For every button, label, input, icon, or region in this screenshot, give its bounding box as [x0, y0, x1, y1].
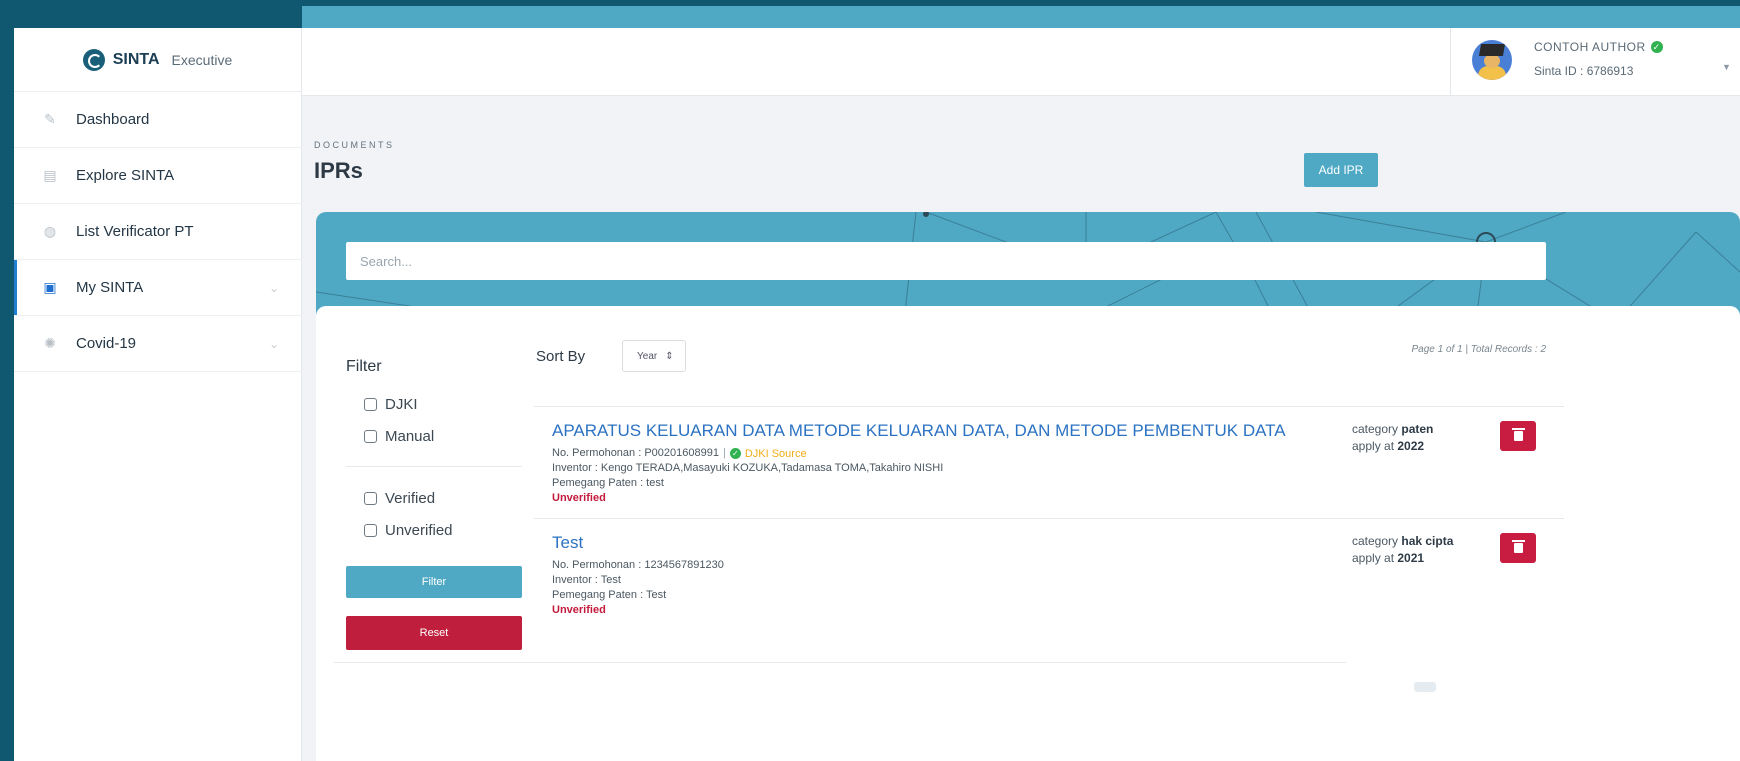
- sort-select[interactable]: Year ⇕: [622, 340, 686, 372]
- filter-button[interactable]: Filter: [346, 566, 522, 598]
- user-sinta-id: Sinta ID : 6786913: [1534, 64, 1634, 78]
- user-name[interactable]: CONTOH AUTHOR ✓: [1534, 40, 1663, 54]
- virus-icon: ✺: [44, 335, 56, 351]
- apply-year: 2021: [1397, 551, 1425, 565]
- reset-button[interactable]: Reset: [346, 616, 522, 650]
- list-bottom-divider: [334, 662, 1346, 663]
- sidebar-item-label: Explore SINTA: [76, 167, 175, 184]
- filter-option-label: Verified: [385, 490, 436, 507]
- filter-option-djki[interactable]: DJKI: [364, 396, 418, 413]
- checkbox[interactable]: [364, 524, 377, 537]
- sidebar-item-explore-sinta[interactable]: ▤ Explore SINTA: [14, 148, 301, 204]
- app-frame: SINTA Executive ✎ Dashboard ▤ Explore SI…: [14, 0, 1740, 761]
- record-pemegang: Pemegang Paten : test: [552, 477, 664, 489]
- sidebar-item-label: Dashboard: [76, 111, 150, 128]
- category-value: paten: [1401, 422, 1434, 436]
- user-name-text: CONTOH AUTHOR: [1534, 40, 1646, 54]
- filter-option-label: DJKI: [385, 396, 418, 413]
- sort-label: Sort By: [536, 348, 586, 365]
- source-badge: ✓ DJKI Source: [729, 447, 807, 460]
- sort-arrows-icon: ⇕: [665, 350, 674, 362]
- chevron-down-icon: ⌄: [268, 336, 279, 351]
- filter-divider: [346, 466, 522, 467]
- filter-option-label: Manual: [385, 428, 435, 445]
- delete-button[interactable]: [1500, 533, 1536, 563]
- record-category: category paten apply at 2022: [1352, 421, 1433, 455]
- trash-icon: [1511, 540, 1525, 553]
- record-title-link[interactable]: APARATUS KELUARAN DATA METODE KELUARAN D…: [552, 421, 1286, 441]
- brand[interactable]: SINTA Executive: [14, 28, 301, 92]
- record-no-permohonan: No. Permohonan : P00201608991: [552, 447, 719, 459]
- verified-check-icon: ✓: [729, 448, 741, 459]
- page-kicker: DOCUMENTS: [314, 140, 395, 150]
- apply-label: apply at: [1352, 551, 1395, 565]
- apply-year: 2022: [1397, 439, 1425, 453]
- category-label: category: [1352, 422, 1399, 436]
- sidebar-item-list-verificator[interactable]: ◍ List Verificator PT: [14, 204, 301, 260]
- sidebar: SINTA Executive ✎ Dashboard ▤ Explore SI…: [14, 28, 302, 761]
- category-value: hak cipta: [1401, 534, 1454, 548]
- list-item: Test No. Permohonan : 1234567891230 Inve…: [534, 518, 1564, 630]
- status-badge: Unverified: [552, 492, 606, 504]
- document-icon: ▤: [43, 167, 57, 183]
- chevron-down-icon: ⌄: [268, 280, 279, 295]
- filter-option-unverified[interactable]: Unverified: [364, 522, 453, 539]
- sinta-logo-icon: [82, 48, 105, 71]
- record-title-link[interactable]: Test: [552, 533, 583, 553]
- header-divider: [1450, 28, 1451, 96]
- top-strip-right: [302, 0, 1740, 28]
- ipr-card: Filter DJKI Manual Verified Unverified F…: [316, 306, 1740, 761]
- sidebar-item-dashboard[interactable]: ✎ Dashboard: [14, 92, 301, 148]
- page-title: IPRs: [314, 158, 363, 183]
- trash-icon: [1511, 428, 1525, 441]
- checkbox[interactable]: [364, 398, 377, 411]
- pagination-button[interactable]: [1414, 682, 1436, 692]
- pencil-icon: ✎: [44, 111, 56, 127]
- caret-down-icon[interactable]: ▼: [1722, 62, 1731, 72]
- pagination-info: Page 1 of 1 | Total Records : 2: [1411, 344, 1546, 355]
- record-pemegang: Pemegang Paten : Test: [552, 589, 667, 601]
- ipr-list: APARATUS KELUARAN DATA METODE KELUARAN D…: [534, 406, 1564, 630]
- delete-button[interactable]: [1500, 421, 1536, 451]
- top-strip-left: [14, 0, 302, 28]
- record-category: category hak cipta apply at 2021: [1352, 533, 1453, 567]
- id-card-icon: ▣: [43, 279, 57, 295]
- filter-title: Filter: [346, 358, 382, 375]
- source-label: DJKI Source: [744, 447, 807, 460]
- apply-label: apply at: [1352, 439, 1395, 453]
- avatar[interactable]: [1472, 40, 1512, 80]
- add-ipr-button[interactable]: Add IPR: [1304, 153, 1378, 187]
- user-circle-icon: ◍: [43, 223, 57, 239]
- checkbox[interactable]: [364, 492, 377, 505]
- record-no-permohonan: No. Permohonan : 1234567891230: [552, 559, 724, 571]
- sidebar-item-my-sinta[interactable]: ▣ My SINTA ⌄: [14, 260, 301, 316]
- checkbox[interactable]: [364, 430, 377, 443]
- record-meta-line: No. Permohonan : P00201608991 | ✓ DJKI Sour…: [552, 447, 807, 460]
- record-inventor: Inventor : Test: [552, 574, 621, 586]
- sidebar-item-label: Covid-19: [76, 335, 137, 352]
- verified-check-icon: ✓: [1650, 41, 1663, 53]
- brand-name: SINTA: [112, 50, 160, 68]
- category-label: category: [1352, 534, 1399, 548]
- filter-option-label: Unverified: [385, 522, 453, 539]
- sidebar-item-label: My SINTA: [76, 279, 144, 296]
- filter-option-verified[interactable]: Verified: [364, 490, 435, 507]
- search-input[interactable]: [346, 242, 1546, 280]
- status-badge: Unverified: [552, 604, 606, 616]
- sidebar-item-label: List Verificator PT: [76, 223, 194, 240]
- brand-sub: Executive: [171, 51, 233, 68]
- filter-option-manual[interactable]: Manual: [364, 428, 434, 445]
- sort-selected-value: Year: [637, 350, 658, 362]
- record-inventor: Inventor : Kengo TERADA,Masayuki KOZUKA,…: [552, 462, 944, 474]
- list-item: APARATUS KELUARAN DATA METODE KELUARAN D…: [534, 406, 1564, 518]
- sidebar-item-covid[interactable]: ✺ Covid-19 ⌄: [14, 316, 301, 372]
- top-header: CONTOH AUTHOR ✓ Sinta ID : 6786913 ▼: [302, 28, 1740, 96]
